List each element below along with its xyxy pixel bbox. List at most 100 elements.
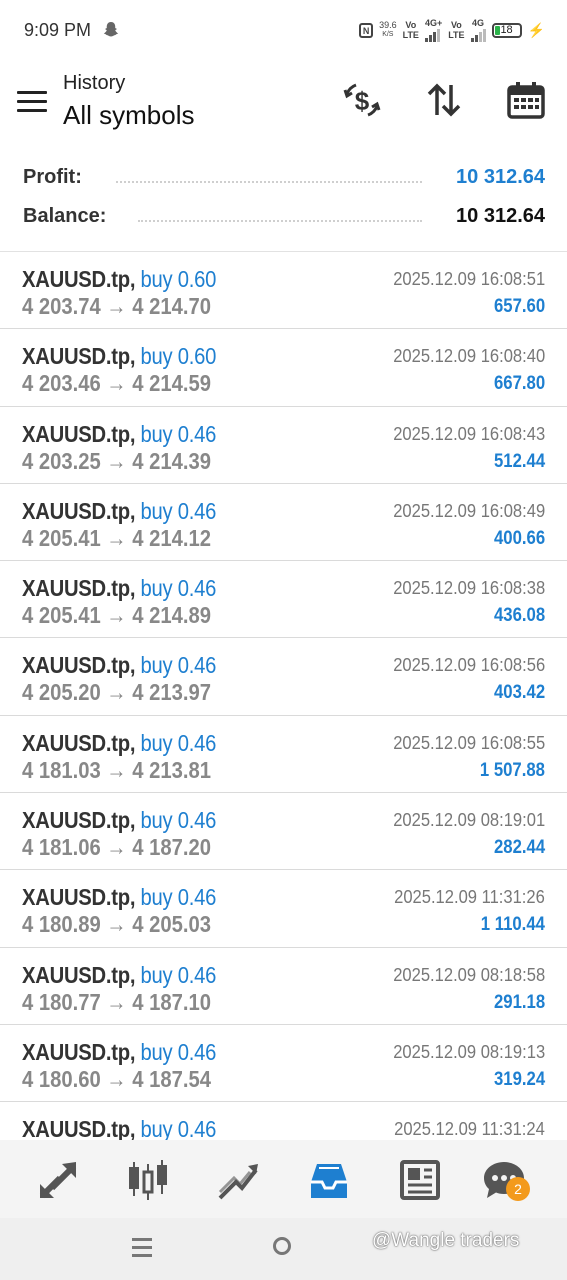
status-time: 9:09 PM [24, 20, 92, 40]
trade-side: buy 0.46 [140, 497, 217, 524]
battery-level: 18 [500, 23, 513, 36]
trade-side: buy 0.46 [140, 1038, 217, 1065]
trade-side: buy 0.46 [140, 884, 217, 911]
sim2-net-label: 4G [472, 18, 485, 28]
trade-prices: 4 203.74 → 4 214.70 [22, 293, 212, 319]
trade-profit: 400.66 [493, 527, 545, 549]
table-row[interactable]: XAUUSD.tp, buy 0.46 4 205.41 → 4 214.12 20… [0, 484, 567, 562]
history-icon[interactable] [307, 1158, 351, 1202]
trade-side: buy 0.46 [140, 807, 217, 834]
watermark: @Wangle traders [372, 1230, 520, 1251]
table-row[interactable]: XAUUSD.tp, buy 0.46 4 181.03 → 4 213.81 20… [0, 716, 567, 794]
system-navigation: @Wangle traders [0, 1218, 567, 1280]
trade-history-list[interactable]: XAUUSD.tp, buy 0.60 4 203.74 → 4 214.70 20… [0, 252, 567, 1140]
bottom-navigation [0, 1140, 567, 1218]
trade-symbol: XAUUSD.tp, buy 0.60 [22, 266, 216, 293]
trade-prices: 4 181.06 → 4 187.20 [22, 834, 212, 861]
table-row[interactable]: XAUUSD.tp, buy 0.46 2025.12.09 11:31:24 [0, 1102, 567, 1140]
trade-symbol: XAUUSD.tp, buy 0.46 [22, 730, 216, 757]
trade-prices: 4 181.03 → 4 213.81 [22, 756, 212, 783]
trade-time: 2025.12.09 16:08:56 [393, 655, 545, 676]
network-speed-value: 39.6 [379, 20, 397, 30]
network-speed: 39.6 K/S [379, 20, 397, 40]
trade-symbol: XAUUSD.tp, buy 0.46 [22, 498, 216, 525]
symbol-name: XAUUSD.tp, [22, 1116, 136, 1140]
symbol-name: XAUUSD.tp, [22, 961, 136, 988]
table-row[interactable]: XAUUSD.tp, buy 0.60 4 203.46 → 4 214.59 20… [0, 329, 567, 407]
recent-apps-button[interactable] [132, 1238, 152, 1262]
dollar-exchange-icon[interactable]: $ [342, 80, 382, 120]
trade-side: buy 0.60 [140, 343, 217, 370]
sim1-net-label: 4G+ [424, 18, 443, 28]
snapchat-icon [103, 22, 119, 37]
symbol-name: XAUUSD.tp, [22, 807, 136, 834]
table-row[interactable]: XAUUSD.tp, buy 0.46 4 180.77 → 4 187.10 20… [0, 948, 567, 1025]
trade-time: 2025.12.09 08:19:01 [393, 810, 545, 831]
trade-symbol: XAUUSD.tp, buy 0.46 [22, 575, 216, 602]
menu-icon[interactable] [17, 91, 47, 113]
trade-prices: 4 180.77 → 4 187.10 [22, 988, 212, 1015]
trade-profit: 1 110.44 [480, 914, 545, 936]
sim2-volte: Vo LTE [448, 20, 464, 40]
trade-profit: 282.44 [493, 837, 545, 859]
trade-symbol: XAUUSD.tp, buy 0.46 [22, 884, 216, 911]
balance-value: 10 312.64 [456, 205, 545, 227]
symbol-name: XAUUSD.tp, [22, 729, 136, 756]
home-button[interactable] [273, 1237, 291, 1255]
trade-symbol: XAUUSD.tp, buy 0.46 [22, 421, 216, 448]
trade-prices: 4 180.89 → 4 205.03 [22, 911, 212, 938]
table-row[interactable]: XAUUSD.tp, buy 0.46 4 181.06 → 4 187.20 20… [0, 793, 567, 871]
table-row[interactable]: XAUUSD.tp, buy 0.46 4 203.25 → 4 214.39 20… [0, 407, 567, 484]
trade-symbol: XAUUSD.tp, buy 0.46 [22, 652, 216, 679]
trade-time: 2025.12.09 16:08:49 [393, 500, 545, 521]
network-speed-unit: K/S [382, 31, 394, 38]
quotes-icon[interactable] [36, 1158, 80, 1202]
trade-profit: 1 507.88 [479, 759, 545, 781]
trade-symbol: XAUUSD.tp, buy 0.46 [22, 1116, 216, 1140]
news-icon[interactable] [398, 1158, 442, 1202]
svg-text:$: $ [355, 86, 370, 116]
table-row[interactable]: XAUUSD.tp, buy 0.46 4 205.20 → 4 213.97 20… [0, 638, 567, 716]
trade-profit: 319.24 [493, 1068, 545, 1090]
app-header: History All symbols $ [0, 62, 567, 148]
trade-time: 2025.12.09 08:18:58 [393, 964, 545, 985]
symbol-name: XAUUSD.tp, [22, 884, 136, 911]
table-row[interactable]: XAUUSD.tp, buy 0.46 4 180.89 → 4 205.03 20… [0, 870, 567, 948]
trade-profit: 512.44 [493, 450, 545, 472]
trade-profit: 436.08 [493, 605, 545, 627]
symbol-name: XAUUSD.tp, [22, 343, 136, 370]
trade-side: buy 0.46 [140, 961, 217, 988]
symbol-name: XAUUSD.tp, [22, 497, 136, 524]
battery-icon: 18 [491, 22, 522, 38]
table-row[interactable]: XAUUSD.tp, buy 0.60 4 203.74 → 4 214.70 20… [0, 252, 567, 330]
calendar-icon[interactable] [506, 80, 546, 120]
account-summary: Profit: 10 312.64 Balance: 10 312.64 [0, 160, 567, 238]
sim1-signal: 4G+ [424, 18, 443, 42]
trade-symbol: XAUUSD.tp, buy 0.46 [22, 807, 216, 834]
dotted-leader [116, 181, 422, 185]
trade-prices: 4 205.41 → 4 214.12 [22, 524, 212, 551]
table-row[interactable]: XAUUSD.tp, buy 0.46 4 180.60 → 4 187.54 20… [0, 1025, 567, 1103]
trade-time: 2025.12.09 16:08:40 [393, 346, 545, 367]
trade-prices: 4 205.41 → 4 214.89 [22, 602, 212, 629]
sort-icon[interactable] [424, 80, 464, 120]
table-row[interactable]: XAUUSD.tp, buy 0.46 4 205.41 → 4 214.89 20… [0, 561, 567, 639]
trade-side: buy 0.46 [140, 420, 217, 447]
symbol-filter[interactable]: All symbols [63, 100, 194, 131]
trade-time: 2025.12.09 08:19:13 [393, 1041, 545, 1062]
chart-icon[interactable] [126, 1158, 170, 1202]
trade-profit: 403.42 [493, 682, 545, 704]
sim2-signal: 4G [470, 18, 486, 42]
trade-side: buy 0.46 [140, 575, 217, 602]
trade-time: 2025.12.09 16:08:38 [393, 578, 545, 599]
profit-row: Profit: 10 312.64 [0, 160, 567, 199]
nfc-icon: N [359, 22, 374, 38]
trade-prices: 4 205.20 → 4 213.97 [22, 679, 212, 706]
trade-time: 2025.12.09 16:08:55 [393, 732, 545, 753]
trade-icon[interactable] [216, 1158, 260, 1202]
signal-icon [424, 28, 442, 42]
trade-time: 2025.12.09 16:08:51 [393, 269, 545, 289]
symbol-name: XAUUSD.tp, [22, 420, 136, 447]
trade-symbol: XAUUSD.tp, buy 0.46 [22, 962, 216, 989]
trade-prices: 4 203.25 → 4 214.39 [22, 447, 212, 474]
